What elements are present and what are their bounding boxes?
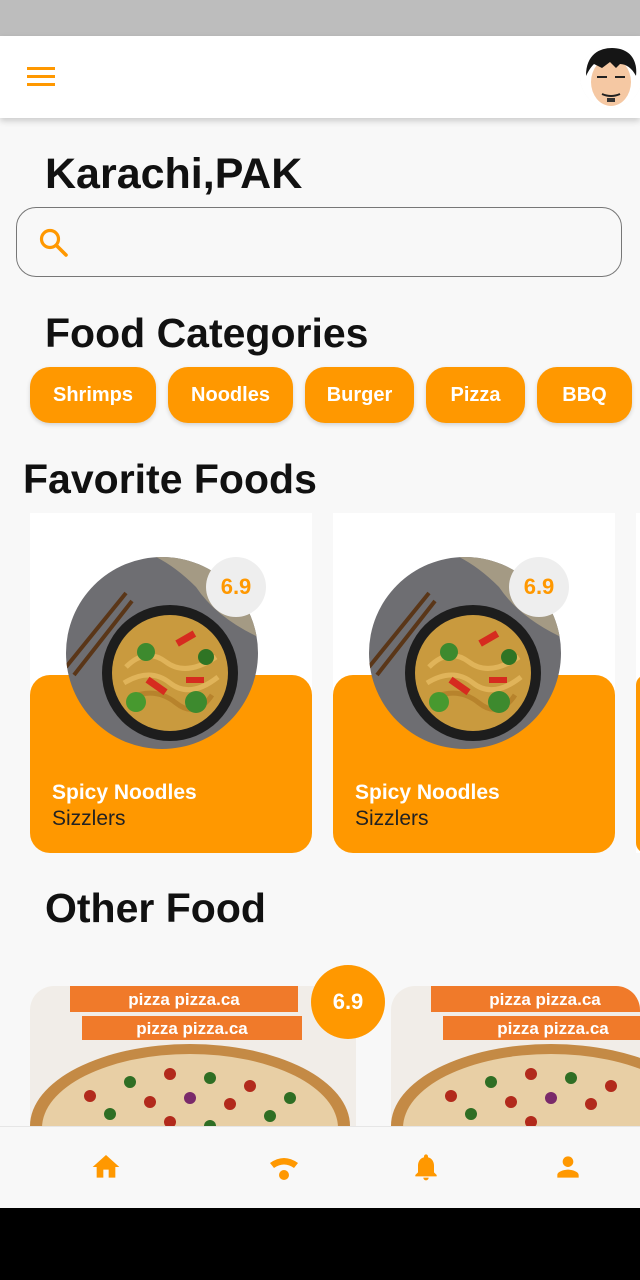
food-subtitle: Sizzlers [355,807,429,830]
app-bar [0,36,640,118]
favorite-card-peek-bottom [636,675,640,853]
status-bar [0,0,640,36]
favorite-foods-title: Favorite Foods [23,456,317,502]
category-chip-pizza[interactable]: Pizza [426,367,525,423]
pizza-box-text: pizza pizza.ca [136,1019,248,1038]
menu-icon[interactable] [22,60,60,94]
home-icon[interactable] [90,1151,122,1183]
food-name: Spicy Noodles [52,781,197,804]
person-icon[interactable] [552,1151,584,1183]
food-subtitle: Sizzlers [52,807,126,830]
bell-icon[interactable] [410,1151,442,1183]
wifi-icon[interactable] [268,1151,300,1183]
category-chip-bbq[interactable]: BBQ [537,367,632,423]
avatar[interactable] [580,46,640,108]
rating-badge: 6.9 [206,557,266,617]
other-food-card[interactable]: pizza pizza.ca pizza pizza.ca [30,986,356,1136]
favorite-food-card[interactable]: 6.9 Spicy Noodles Sizzlers [333,513,615,853]
rating-badge: 6.9 [509,557,569,617]
category-chips: Shrimps Noodles Burger Pizza BBQ [30,367,632,423]
search-input[interactable] [87,222,611,264]
other-food-title: Other Food [45,885,266,931]
other-food-card[interactable]: pizza pizza.ca pizza pizza.ca [391,986,640,1136]
search-bar[interactable] [16,207,622,277]
system-navigation-bar [0,1208,640,1280]
search-icon [37,226,71,260]
food-categories-title: Food Categories [45,310,369,356]
category-chip-shrimps[interactable]: Shrimps [30,367,156,423]
food-name: Spicy Noodles [355,781,500,804]
bottom-navigation [0,1126,640,1209]
category-chip-noodles[interactable]: Noodles [168,367,293,423]
pizza-box-text: pizza pizza.ca [489,990,601,1009]
favorite-food-card[interactable]: 6.9 Spicy Noodles Sizzlers [30,513,312,853]
other-rating-badge: 6.9 [311,965,385,1039]
pizza-box-text: pizza pizza.ca [497,1019,609,1038]
category-chip-burger[interactable]: Burger [305,367,414,423]
pizza-box-text: pizza pizza.ca [128,990,240,1009]
page-title: Karachi,PAK [45,150,303,198]
